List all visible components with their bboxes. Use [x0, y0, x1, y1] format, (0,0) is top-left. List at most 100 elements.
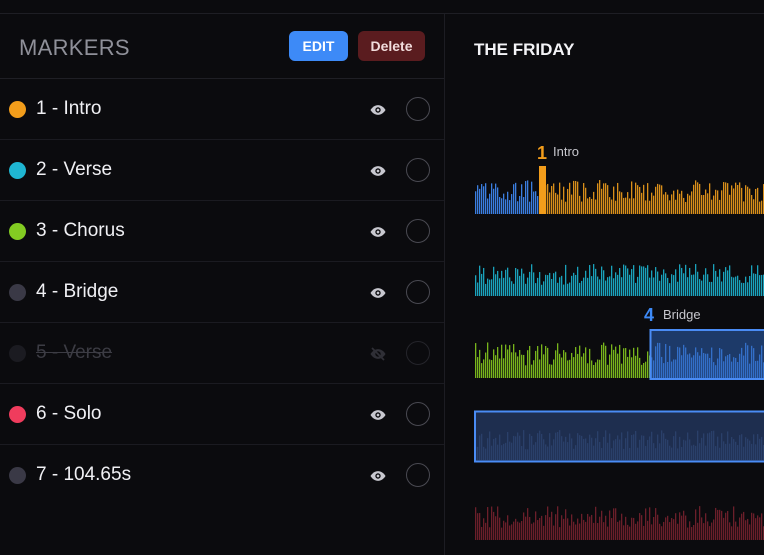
waveform-bar: [661, 526, 663, 540]
eye-icon[interactable]: [369, 467, 387, 485]
waveform-bar: [717, 509, 719, 540]
waveform-view[interactable]: 1 Intro 4 Bridge: [445, 14, 764, 555]
waveform-bar: [547, 183, 549, 214]
marker-row-5[interactable]: 5 - Verse: [0, 323, 444, 384]
select-radio[interactable]: [406, 97, 430, 121]
waveform-bar: [671, 194, 673, 214]
marker-row-3[interactable]: 3 - Chorus: [0, 201, 444, 262]
waveform-bar: [687, 527, 689, 540]
waveform-bar: [761, 274, 763, 296]
waveform-bar: [549, 192, 551, 214]
eye-icon[interactable]: [369, 162, 387, 180]
eye-icon[interactable]: [369, 101, 387, 119]
select-radio[interactable]: [406, 463, 430, 487]
waveform-bar: [567, 283, 569, 296]
waveform-bar: [585, 270, 587, 296]
waveform-bar: [653, 277, 655, 296]
waveform-bar: [523, 512, 525, 540]
marker-row-2[interactable]: 2 - Verse: [0, 140, 444, 201]
waveform-bar: [539, 518, 541, 540]
waveform-bar: [633, 265, 635, 296]
waveform-bar: [621, 513, 623, 540]
waveform-bar: [613, 508, 615, 540]
waveform-bar: [521, 354, 523, 378]
waveform-bar: [665, 192, 667, 214]
waveform-bar: [599, 279, 601, 296]
waveform-bar: [573, 272, 575, 296]
waveform-bar: [493, 511, 495, 540]
waveform-bar: [517, 356, 519, 378]
waveform-bar: [627, 524, 629, 540]
waveform-bar: [561, 515, 563, 540]
waveform-bar: [689, 195, 691, 214]
waveform-bar: [523, 354, 525, 378]
waveform-bar: [663, 521, 665, 540]
waveform-bar: [573, 521, 575, 540]
eye-icon[interactable]: [369, 406, 387, 424]
waveform-bar: [719, 269, 721, 296]
waveform-bar: [605, 183, 607, 214]
waveform-bar: [505, 522, 507, 540]
waveform-bar: [533, 191, 535, 214]
waveform-bar: [635, 282, 637, 296]
marker-row-6[interactable]: 6 - Solo: [0, 384, 444, 445]
select-radio[interactable]: [406, 158, 430, 182]
eye-icon[interactable]: [369, 284, 387, 302]
waveform-bar: [731, 526, 733, 540]
waveform-bar: [499, 278, 501, 296]
waveform-bar: [709, 281, 711, 296]
waveform-bar: [661, 274, 663, 296]
marker-row-4[interactable]: 4 - Bridge: [0, 262, 444, 323]
waveform-bar: [629, 349, 631, 378]
waveform-bar: [619, 520, 621, 540]
waveform-bar: [479, 188, 481, 214]
waveform-bar: [563, 186, 565, 214]
region-selection[interactable]: [474, 410, 764, 463]
panel-title: MARKERS: [19, 35, 130, 60]
waveform-bar: [551, 186, 553, 214]
waveform-bar: [743, 201, 745, 214]
waveform-bar: [581, 513, 583, 540]
waveform-bar: [531, 181, 533, 214]
waveform-bar: [571, 352, 573, 378]
waveform-bar: [593, 264, 595, 296]
select-radio[interactable]: [406, 219, 430, 243]
waveform-bar: [539, 359, 541, 378]
select-radio[interactable]: [406, 341, 430, 365]
waveform-bar: [623, 525, 625, 540]
select-radio[interactable]: [406, 402, 430, 426]
waveform-bar: [747, 186, 749, 214]
delete-button[interactable]: Delete: [358, 31, 425, 61]
waveform-bar: [643, 362, 645, 378]
marker-row-7[interactable]: 7 - 104.65s: [0, 445, 444, 505]
waveform-bar: [571, 194, 573, 214]
waveform-bar: [527, 277, 529, 296]
waveform-bar: [611, 199, 613, 214]
waveform-bar: [615, 200, 617, 214]
intro-marker-flag[interactable]: [539, 166, 546, 214]
waveform-bar: [527, 350, 529, 378]
edit-button[interactable]: EDIT: [289, 31, 348, 61]
waveform-bar: [685, 201, 687, 214]
waveform-bar: [733, 188, 735, 214]
waveform-bar: [717, 190, 719, 214]
waveform-bar: [749, 275, 751, 296]
marker-label: 7 - 104.65s: [36, 464, 132, 485]
waveform-bar: [479, 265, 481, 296]
bridge-selection[interactable]: [649, 329, 764, 380]
waveform-bar: [487, 342, 489, 378]
waveform-bar: [625, 348, 627, 378]
waveform-bar: [747, 518, 749, 540]
waveform-bar: [603, 270, 605, 296]
select-radio[interactable]: [406, 280, 430, 304]
waveform-bar: [679, 264, 681, 296]
waveform-bar: [529, 271, 531, 296]
waveform-bar: [509, 345, 511, 378]
marker-row-1[interactable]: 1 - Intro: [0, 79, 444, 140]
eye-off-icon[interactable]: [369, 345, 387, 363]
waveform-bar: [511, 281, 513, 296]
waveform-bar: [483, 359, 485, 378]
eye-icon[interactable]: [369, 223, 387, 241]
waveform-bar: [591, 198, 593, 214]
waveform-bar: [609, 510, 611, 540]
